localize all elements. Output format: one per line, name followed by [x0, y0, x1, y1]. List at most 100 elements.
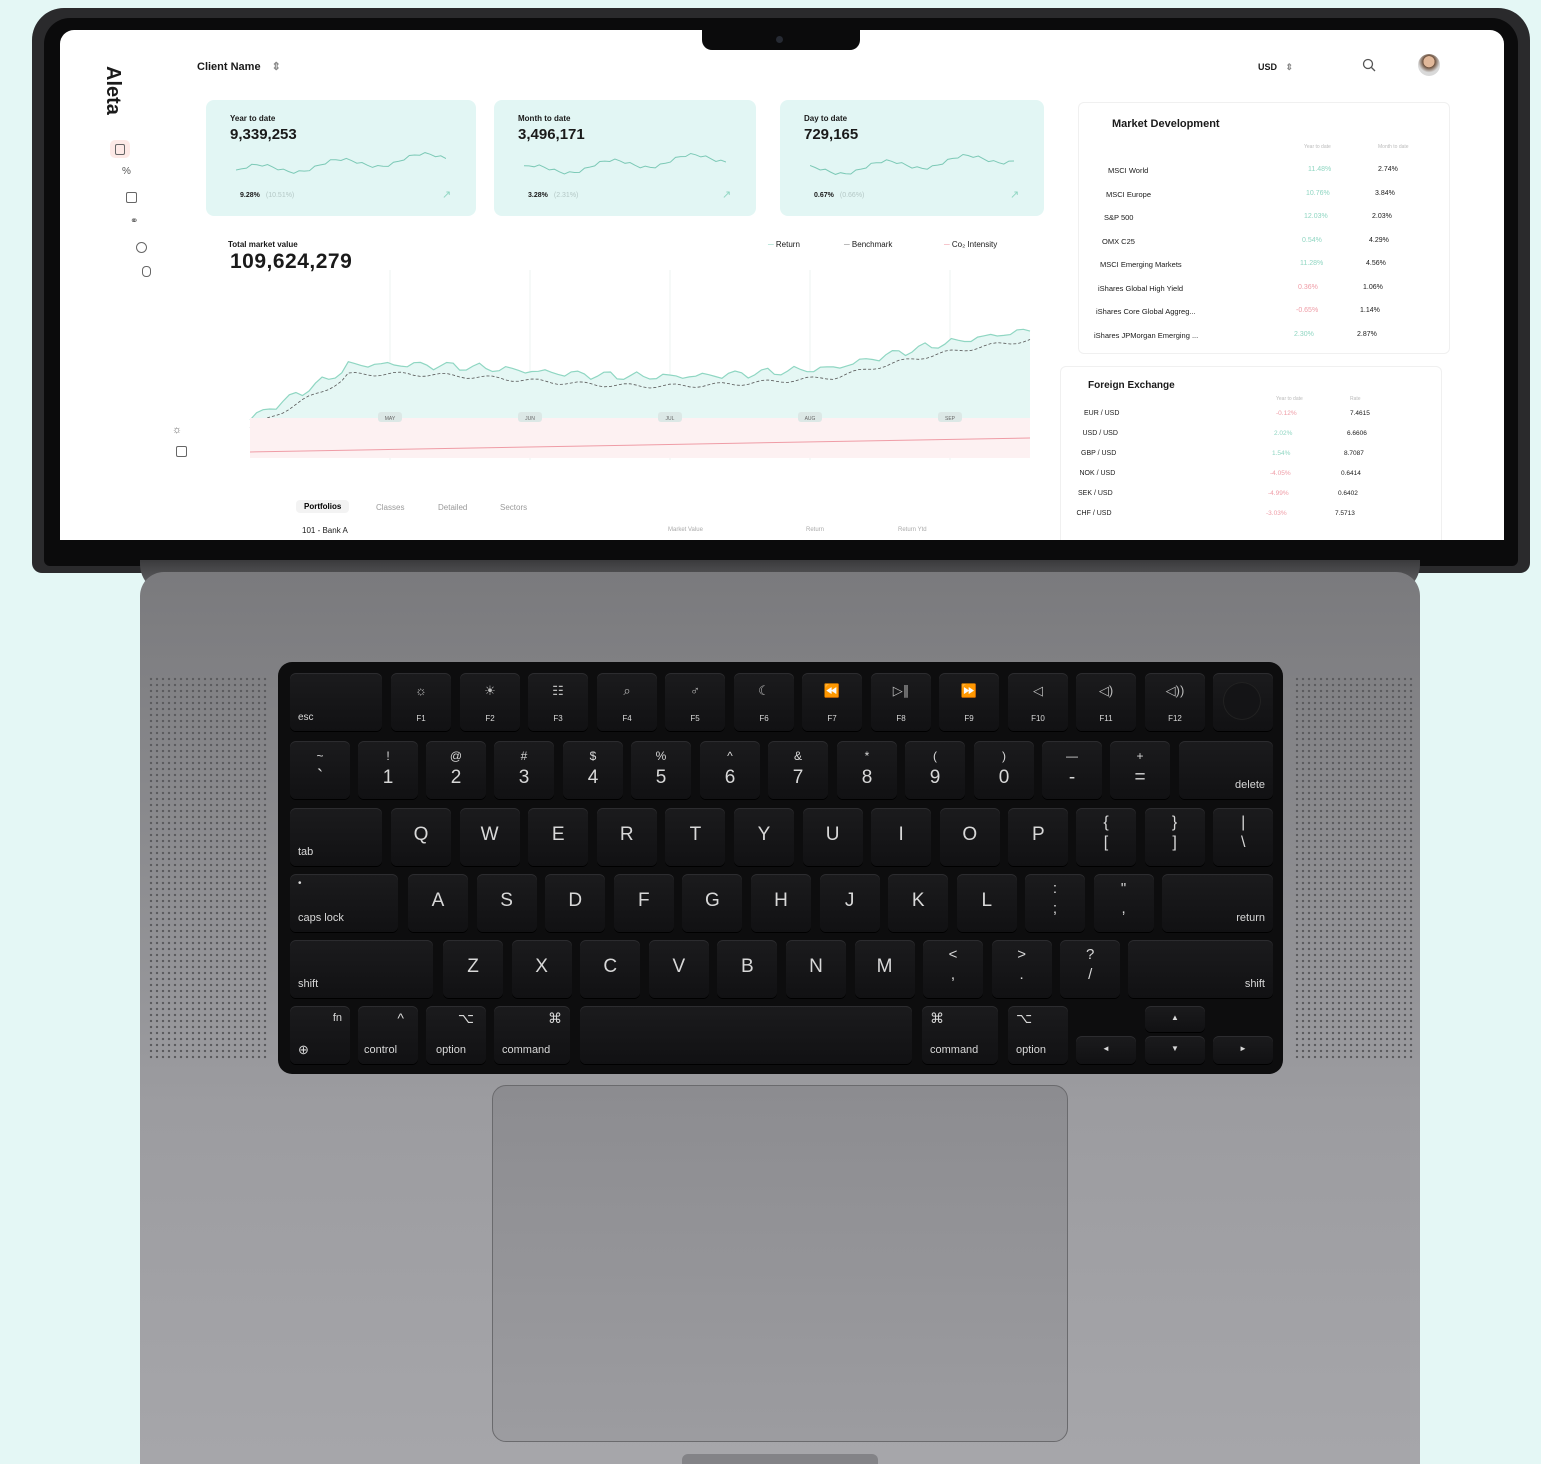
market-row-name[interactable]: iShares Global High Yield: [1098, 284, 1183, 293]
key-r[interactable]: R: [596, 808, 657, 866]
tab-detailed[interactable]: Detailed: [438, 503, 467, 512]
key-f6[interactable]: ☾ F6: [734, 673, 794, 731]
key-f7[interactable]: ⏪ F7: [802, 673, 862, 731]
key-3[interactable]: #3: [494, 741, 554, 799]
key-arrow-left[interactable]: ◄: [1076, 1036, 1136, 1064]
key-command-left[interactable]: ⌘ command: [494, 1006, 570, 1064]
fx-row-pair[interactable]: SEK / USD: [1078, 490, 1113, 497]
market-row-name[interactable]: OMX C25: [1102, 237, 1135, 246]
key-n[interactable]: N: [786, 940, 846, 998]
key-s[interactable]: S: [476, 874, 537, 932]
market-row-name[interactable]: MSCI Emerging Markets: [1100, 260, 1182, 269]
key-g[interactable]: G: [682, 874, 743, 932]
key-punct2-1[interactable]: >.: [991, 940, 1052, 998]
key-tab[interactable]: tab: [290, 808, 382, 866]
tab-sectors[interactable]: Sectors: [500, 503, 527, 512]
key-7[interactable]: & 7: [768, 741, 828, 799]
link-icon[interactable]: ⚭: [130, 216, 138, 227]
touch-id-button[interactable]: [1213, 673, 1273, 731]
key-esc[interactable]: esc: [290, 673, 382, 731]
key-4[interactable]: $4: [563, 741, 623, 799]
fx-row-pair[interactable]: CHF / USD: [1077, 510, 1112, 517]
sidebar-item-wallet[interactable]: [110, 140, 130, 158]
key-6[interactable]: ^ 6: [700, 741, 760, 799]
key-w[interactable]: W: [459, 808, 520, 866]
market-row-name[interactable]: iShares JPMorgan Emerging ...: [1094, 331, 1198, 340]
kpi-card[interactable]: Day to date 729,165 0.67% (0.66%) ↗: [780, 100, 1044, 216]
tab-classes[interactable]: Classes: [376, 503, 404, 512]
key-space[interactable]: [580, 1006, 912, 1064]
calendar-icon[interactable]: [126, 192, 137, 203]
key-f4[interactable]: ⌕ F4: [597, 673, 657, 731]
trackpad[interactable]: [492, 1085, 1068, 1442]
key-bracket-1[interactable]: }]: [1144, 808, 1205, 866]
avatar[interactable]: [1418, 54, 1440, 76]
tab-portfolios[interactable]: Portfolios: [296, 500, 350, 513]
key-e[interactable]: E: [528, 808, 589, 866]
key-punct2-0[interactable]: <,: [923, 940, 983, 998]
search-icon[interactable]: [1362, 58, 1376, 72]
key-9[interactable]: (9: [905, 741, 965, 799]
key-f1[interactable]: ☼ F1: [391, 673, 451, 731]
market-row-name[interactable]: iShares Core Global Aggreg...: [1096, 307, 1196, 316]
fx-row-pair[interactable]: NOK / USD: [1080, 470, 1116, 477]
logout-icon[interactable]: [176, 446, 187, 457]
market-row-name[interactable]: MSCI Europe: [1106, 190, 1151, 199]
client-select[interactable]: Client Name ⇕: [197, 60, 281, 73]
arrow-up-right-icon[interactable]: ↗: [442, 188, 451, 201]
key-f11[interactable]: ◁) F11: [1076, 673, 1136, 731]
database-icon[interactable]: [142, 266, 151, 277]
key-d[interactable]: D: [545, 874, 606, 932]
fx-row-pair[interactable]: EUR / USD: [1084, 410, 1119, 417]
key-k[interactable]: K: [888, 874, 949, 932]
key-delete[interactable]: delete: [1179, 741, 1273, 799]
fx-row-pair[interactable]: USD / USD: [1083, 430, 1118, 437]
key-return[interactable]: return: [1162, 874, 1273, 932]
key-f5[interactable]: ♂ F5: [665, 673, 725, 731]
key-z[interactable]: Z: [443, 940, 503, 998]
key-t[interactable]: T: [665, 808, 726, 866]
key-punct2-2[interactable]: ? /: [1060, 940, 1121, 998]
key-x[interactable]: X: [511, 940, 572, 998]
key--[interactable]: — -: [1042, 741, 1102, 799]
key-q[interactable]: Q: [391, 808, 451, 866]
key-f10[interactable]: ◁ F10: [1008, 673, 1068, 731]
key-punct-0[interactable]: :;: [1025, 874, 1085, 932]
key-f[interactable]: F: [613, 874, 674, 932]
key-control[interactable]: ^ control: [358, 1006, 418, 1064]
key-8[interactable]: * 8: [837, 741, 897, 799]
legend-co2[interactable]: ─ Co₂ Intensity: [944, 240, 997, 249]
key-arrow-right[interactable]: ►: [1213, 1036, 1273, 1064]
arrow-up-right-icon[interactable]: ↗: [722, 188, 731, 201]
key-caps-lock[interactable]: • caps lock: [290, 874, 398, 932]
key-i[interactable]: I: [871, 808, 932, 866]
legend-benchmark[interactable]: ─ Benchmark: [844, 240, 892, 249]
key-c[interactable]: C: [580, 940, 641, 998]
market-row-name[interactable]: MSCI World: [1108, 166, 1148, 175]
key-h[interactable]: H: [751, 874, 811, 932]
market-row-name[interactable]: S&P 500: [1104, 213, 1133, 222]
key-f2[interactable]: ☀ F2: [460, 673, 520, 731]
key-f12[interactable]: ◁)) F12: [1145, 673, 1205, 731]
pie-icon[interactable]: [136, 242, 147, 253]
legend-return[interactable]: ─ Return: [768, 240, 800, 249]
key-2[interactable]: @2: [426, 741, 486, 799]
kpi-card[interactable]: Year to date 9,339,253 9.28% (10.51%) ↗: [206, 100, 476, 216]
percent-icon[interactable]: %: [122, 166, 131, 177]
key-fn[interactable]: fn ⊕: [290, 1006, 350, 1064]
key-arrow-up[interactable]: ▲: [1145, 1006, 1205, 1032]
key-shift-right[interactable]: shift: [1128, 940, 1273, 998]
key-f8[interactable]: ▷∥ F8: [871, 673, 931, 731]
kpi-card[interactable]: Month to date 3,496,171 3.28% (2.31%) ↗: [494, 100, 756, 216]
key-bracket-0[interactable]: {[: [1076, 808, 1136, 866]
key-o[interactable]: O: [939, 808, 1000, 866]
key-bracket-2[interactable]: | \: [1213, 808, 1274, 866]
arrow-up-right-icon[interactable]: ↗: [1010, 188, 1019, 201]
portfolio-row[interactable]: 101 - Bank A: [302, 526, 348, 535]
key-option-left[interactable]: ⌥ option: [426, 1006, 486, 1064]
key-f9[interactable]: ⏩ F9: [939, 673, 999, 731]
key-command-right[interactable]: ⌘ command: [922, 1006, 998, 1064]
key-arrow-down[interactable]: ▼: [1145, 1036, 1205, 1064]
key-j[interactable]: J: [819, 874, 880, 932]
key-a[interactable]: A: [408, 874, 468, 932]
